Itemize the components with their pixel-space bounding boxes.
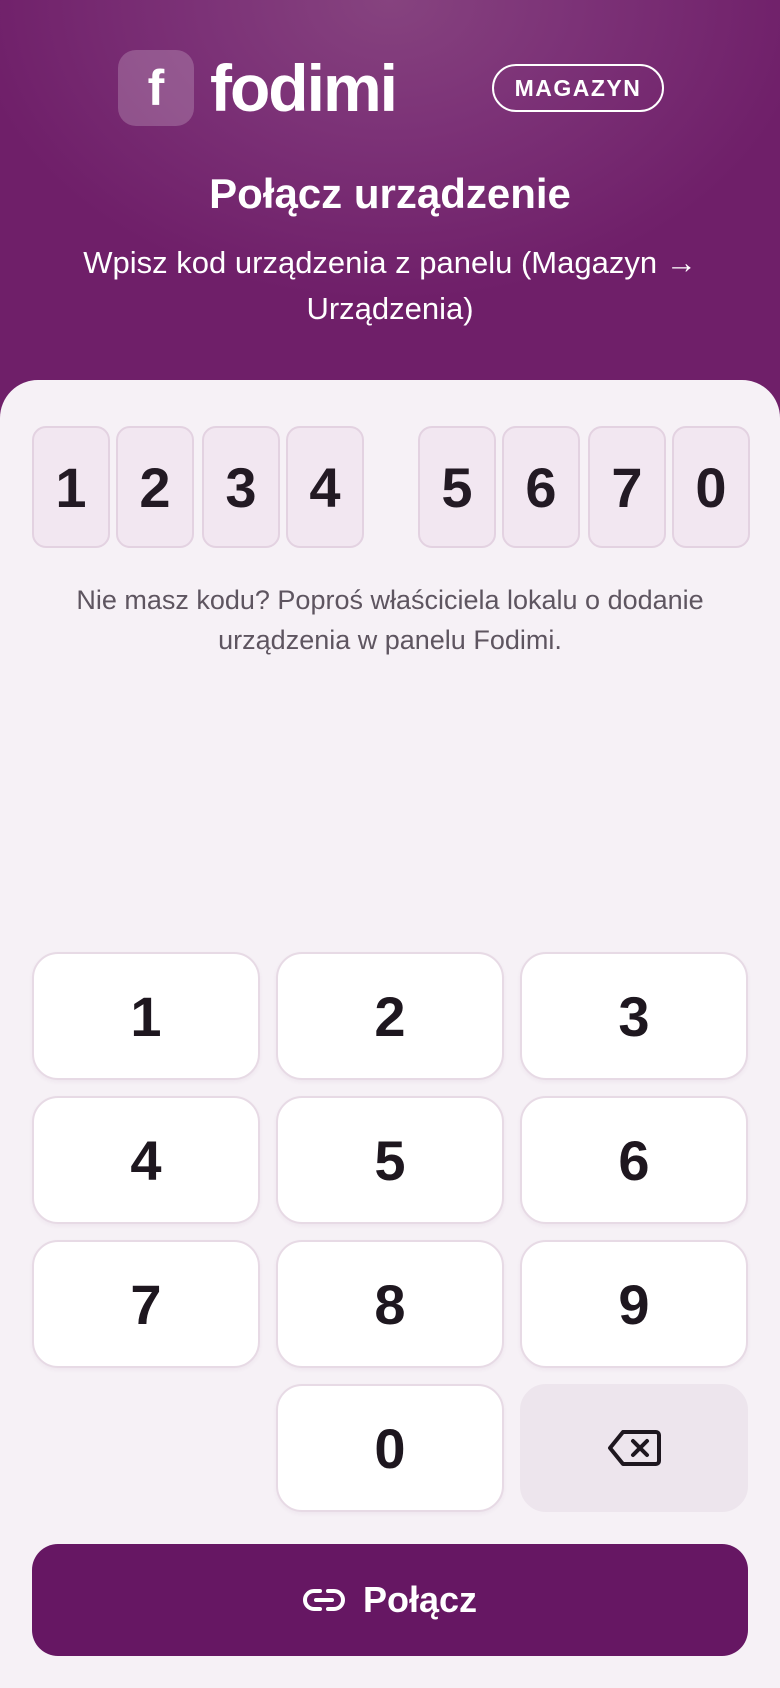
role-badge: MAGAZYN	[492, 64, 664, 112]
key-9[interactable]: 9	[520, 1240, 748, 1368]
code-digit-6: 6	[502, 426, 580, 548]
code-digit-5: 5	[418, 426, 496, 548]
link-icon	[302, 1589, 345, 1611]
connect-button[interactable]: Połącz	[32, 1544, 748, 1656]
page-subtitle: Wpisz kod urządzenia z panelu (Magazyn →…	[83, 245, 697, 326]
backspace-button[interactable]	[520, 1384, 748, 1512]
brand-name: fodimi	[210, 51, 398, 125]
code-digit-1: 1	[32, 426, 110, 548]
content-panel: 1 2 3 4 5 6 7 0 Nie masz kodu? Poproś wł…	[0, 380, 780, 1688]
key-6[interactable]: 6	[520, 1096, 748, 1224]
key-8[interactable]: 8	[276, 1240, 504, 1368]
hint-text: Nie masz kodu? Poproś właściciela lokalu…	[76, 585, 704, 655]
key-1[interactable]: 1	[32, 952, 260, 1080]
key-0[interactable]: 0	[276, 1384, 504, 1512]
code-digit-7: 7	[588, 426, 666, 548]
connect-button-label: Połącz	[362, 1579, 478, 1620]
key-3[interactable]: 3	[520, 952, 748, 1080]
logo-icon: f	[118, 50, 194, 126]
code-input: 1 2 3 4 5 6 7 0	[0, 426, 780, 548]
backspace-icon	[608, 1430, 661, 1466]
header: f fodimi MAGAZYN Połącz urządzenie Wpisz…	[0, 0, 780, 430]
page-title: Połącz urządzenie	[209, 170, 571, 217]
code-digit-3: 3	[202, 426, 280, 548]
numeric-keypad: 1 2 3 4 5 6 7 8 9 0	[0, 952, 780, 1512]
code-digit-4: 4	[286, 426, 364, 548]
key-5[interactable]: 5	[276, 1096, 504, 1224]
brand-row: f fodimi MAGAZYN	[0, 48, 780, 128]
device-pairing-screen: f fodimi MAGAZYN Połącz urządzenie Wpisz…	[0, 0, 780, 1688]
key-7[interactable]: 7	[32, 1240, 260, 1368]
code-digit-2: 2	[116, 426, 194, 548]
key-4[interactable]: 4	[32, 1096, 260, 1224]
key-2[interactable]: 2	[276, 952, 504, 1080]
code-digit-8: 0	[672, 426, 750, 548]
